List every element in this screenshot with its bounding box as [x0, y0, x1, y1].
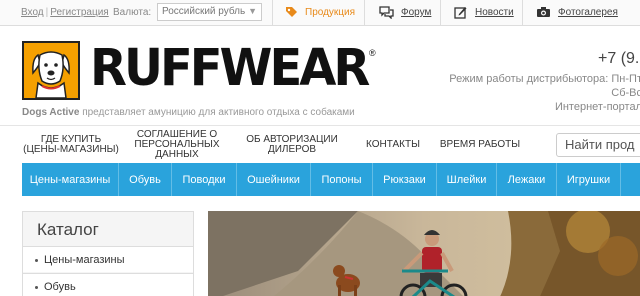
agreement-link[interactable]: Соглашение о персональных данных	[126, 126, 228, 164]
search-input[interactable]: Найти прод	[556, 133, 640, 157]
dealers-line-2: дилеров	[267, 144, 317, 155]
currency-value: Российский рубль	[162, 6, 246, 17]
tagline: Dogs Active представляет амуницию для ак…	[22, 107, 355, 118]
tagline-text: представляет амуницию для активного отды…	[82, 107, 355, 118]
menu-item-shoes[interactable]: Обувь	[119, 163, 172, 196]
catalog-item[interactable]: Цены-магазины	[23, 246, 193, 272]
auth-links: Вход | Регистрация	[21, 7, 109, 18]
catalog-item[interactable]: Обувь	[23, 273, 193, 296]
currency-select[interactable]: Российский рубль ▼	[157, 3, 262, 21]
bullet-icon	[35, 258, 38, 262]
where-to-buy-line-2: (цены-магазины)	[23, 144, 119, 155]
menu-item-prices-stores[interactable]: Цены-магазины	[22, 163, 119, 196]
chevron-down-icon: ▼	[248, 6, 257, 16]
hours-line-2: Сб-Вс	[611, 87, 640, 99]
where-to-buy-link[interactable]: Где купить (цены-магазины)	[22, 126, 120, 164]
edit-icon	[454, 7, 467, 19]
products-link[interactable]: Продукция	[272, 0, 364, 26]
main-menu: Цены-магазины Обувь Поводки Ошейники Поп…	[22, 163, 640, 196]
registered-mark: ®	[369, 48, 376, 58]
catalog-item-label: Обувь	[44, 281, 76, 293]
news-link[interactable]: Новости	[440, 0, 522, 26]
contacts-link[interactable]: Контакты	[360, 126, 426, 164]
menu-item-collars[interactable]: Ошейники	[237, 163, 311, 196]
dog-logo[interactable]	[22, 41, 80, 100]
agreement-line-3: данных	[155, 149, 199, 160]
menu-item-backpacks[interactable]: Рюкзаки	[373, 163, 437, 196]
register-link[interactable]: Регистрация	[50, 7, 108, 18]
work-hours-link[interactable]: Время работы	[436, 126, 524, 164]
menu-item-jackets[interactable]: Попоны	[311, 163, 373, 196]
catalog-item-label: Цены-магазины	[44, 254, 125, 266]
hero-photo	[208, 211, 640, 296]
catalog-sidebar: Каталог Цены-магазины Обувь	[22, 211, 194, 296]
dog-icon	[32, 51, 70, 99]
menu-item-beds[interactable]: Лежаки	[497, 163, 557, 196]
gallery-link[interactable]: Фотогалерея	[522, 0, 640, 26]
camera-icon	[537, 7, 550, 17]
secondary-nav: Где купить (цены-магазины) Соглашение о пе…	[0, 125, 640, 163]
menu-item-leashes[interactable]: Поводки	[172, 163, 237, 196]
phone-number[interactable]: +7 (9.	[598, 50, 639, 68]
currency-label: Валюта:	[113, 7, 152, 18]
hours-line-3: Интернет-портал	[554, 101, 640, 113]
chat-icon	[379, 6, 394, 19]
catalog-title: Каталог	[37, 220, 99, 239]
dealer-authorization-link[interactable]: Об авторизации дилеров	[240, 126, 344, 164]
brand-logo-text: RUFFWEAR	[90, 38, 370, 98]
bullet-icon	[35, 285, 38, 289]
menu-item-toys[interactable]: Игрушки	[557, 163, 621, 196]
login-link[interactable]: Вход	[21, 7, 44, 18]
working-hours: Режим работы дистрибьютора: Пн-Пт Сб-Вс …	[449, 72, 640, 114]
forum-link[interactable]: Форум	[364, 0, 440, 26]
hours-line-1: Режим работы дистрибьютора: Пн-Пт	[449, 73, 640, 85]
menu-item-harnesses[interactable]: Шлейки	[437, 163, 497, 196]
hero-banner-image[interactable]	[208, 211, 640, 296]
tagline-brand: Dogs Active	[22, 107, 80, 118]
tag-icon	[286, 7, 297, 17]
top-bar: Вход | Регистрация Валюта: Российский рубл…	[0, 0, 640, 26]
